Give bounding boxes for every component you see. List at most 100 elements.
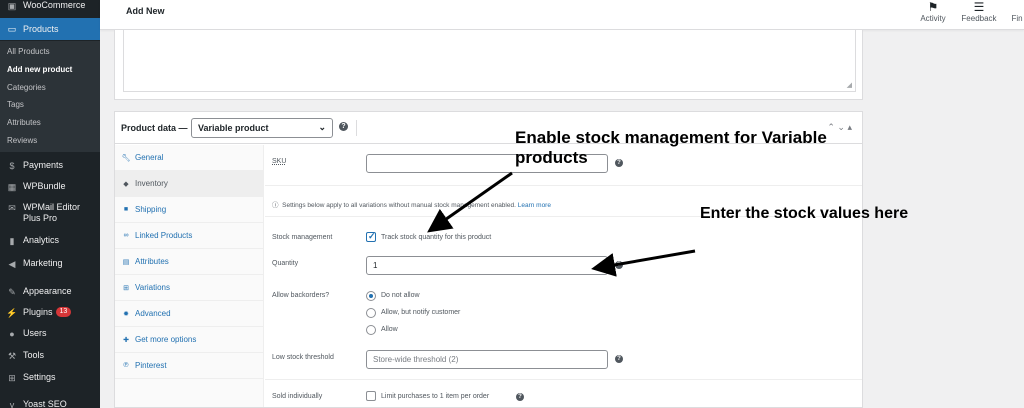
info-icon: ⓘ: [272, 202, 279, 209]
submenu-all-products[interactable]: All Products: [7, 47, 50, 56]
user-icon: ●: [9, 329, 15, 339]
flag-icon: ⚑: [927, 0, 939, 14]
sold-individually-checkbox[interactable]: [366, 391, 376, 401]
backorder-radio-notify[interactable]: [366, 308, 376, 318]
feedback-label: Feedback: [961, 14, 997, 23]
learn-more-link[interactable]: Learn more: [518, 202, 551, 209]
top-header: Add New ⚑ Activity ☰ Feedback Fin: [100, 0, 1024, 30]
menu-payments[interactable]: $ Payments: [0, 160, 100, 172]
backorder-option-label: Do not allow: [381, 292, 420, 299]
tab-label: Get more options: [135, 335, 197, 344]
sold-individually-checkbox-label: Limit purchases to 1 item per order: [381, 393, 490, 400]
menu-woocommerce-label: WooCommerce: [23, 0, 86, 10]
section-divider: [265, 379, 862, 380]
tab-advanced[interactable]: ✹ Advanced: [115, 301, 264, 327]
products-submenu: All Products Add new product Categories …: [0, 41, 100, 152]
menu-wpbundle[interactable]: ▦ WPBundle: [0, 181, 100, 193]
editor-textarea[interactable]: ◢: [123, 30, 856, 92]
menu-label: WPBundle: [23, 181, 66, 191]
plug-icon: ✚: [123, 336, 129, 344]
low-stock-input[interactable]: Store-wide threshold (2): [366, 350, 608, 369]
menu-label: Settings: [23, 372, 56, 382]
submenu-tags[interactable]: Tags: [7, 100, 24, 109]
menu-users[interactable]: ● Users: [0, 328, 100, 340]
woocommerce-icon: ▣: [7, 0, 17, 11]
menu-marketing[interactable]: ◀ Marketing: [0, 258, 100, 270]
tab-get-more-options[interactable]: ✚ Get more options: [115, 327, 264, 353]
menu-wpmail-editor[interactable]: ✉ WPMail Editor Plus Pro: [0, 202, 100, 224]
menu-label: Tools: [23, 350, 45, 360]
menu-tools[interactable]: ⚒ Tools: [0, 350, 100, 362]
tab-label: Linked Products: [135, 231, 193, 240]
resize-handle-icon[interactable]: ◢: [847, 81, 852, 89]
menu-woocommerce[interactable]: ▣ WooCommerce: [0, 0, 100, 14]
link-icon: ∞: [123, 232, 129, 239]
tab-label: Attributes: [135, 257, 169, 266]
sku-label: SKU: [272, 158, 287, 165]
menu-label: Plugins: [23, 307, 53, 317]
menu-settings[interactable]: ⊞ Settings: [0, 372, 100, 384]
product-type-select[interactable]: Variable product ⌄: [191, 118, 333, 138]
product-type-value: Variable product: [198, 123, 269, 133]
pinterest-icon: ℗: [123, 362, 129, 369]
menu-yoast-seo[interactable]: y Yoast SEO: [0, 399, 100, 408]
notice-text: Settings below apply to all variations w…: [282, 202, 516, 209]
finish-setup-button[interactable]: Fin: [1010, 0, 1024, 23]
track-stock-label: Track stock quantity for this product: [381, 234, 492, 241]
payments-icon: $: [9, 161, 15, 171]
finish-icon: [1010, 0, 1024, 14]
admin-sidebar: ▣ WooCommerce ▭ Products All Products Ad…: [0, 0, 100, 408]
products-icon: ▭: [7, 23, 17, 34]
tab-label: Inventory: [135, 179, 168, 188]
tag-icon: ◆: [123, 180, 129, 188]
backorder-option-label: Allow, but notify customer: [381, 309, 461, 316]
menu-analytics[interactable]: ▮ Analytics: [0, 235, 100, 247]
tab-shipping[interactable]: ■ Shipping: [115, 197, 264, 223]
quantity-label: Quantity: [272, 260, 299, 267]
menu-label: Payments: [23, 160, 64, 170]
yoast-icon: y: [9, 400, 15, 408]
paintbrush-icon: ✎: [8, 286, 16, 297]
activity-label: Activity: [920, 14, 946, 23]
help-icon[interactable]: ?: [339, 122, 348, 131]
feedback-button[interactable]: ☰ Feedback: [960, 0, 998, 23]
grid-icon: ▦: [7, 181, 17, 192]
backorder-radio-allow[interactable]: [366, 325, 376, 335]
backorder-radio-do-not-allow[interactable]: [366, 291, 376, 301]
menu-products[interactable]: ▭ Products: [0, 18, 100, 40]
quantity-help-icon[interactable]: ?: [615, 261, 623, 269]
grid-icon: ⊞: [123, 284, 129, 292]
track-stock-checkbox[interactable]: [366, 231, 376, 242]
plugins-update-badge: 13: [55, 307, 72, 317]
description-editor: ◢: [114, 30, 863, 100]
tab-general[interactable]: 🔧︎ General: [115, 145, 264, 171]
tab-pinterest[interactable]: ℗ Pinterest: [115, 353, 264, 379]
menu-appearance[interactable]: ✎ Appearance: [0, 286, 100, 298]
megaphone-icon: ◀: [8, 258, 16, 269]
submenu-add-new-product[interactable]: Add new product: [7, 65, 72, 74]
menu-label: Users: [23, 328, 47, 338]
tab-linked-products[interactable]: ∞ Linked Products: [115, 223, 264, 249]
wrench-icon: 🔧︎: [121, 154, 131, 162]
tab-variations[interactable]: ⊞ Variations: [115, 275, 264, 301]
submenu-attributes[interactable]: Attributes: [7, 118, 41, 127]
sold-individually-help-icon[interactable]: ?: [516, 393, 524, 401]
low-stock-help-icon[interactable]: ?: [615, 355, 623, 363]
settings-icon: ⊞: [8, 372, 16, 383]
truck-icon: ■: [123, 206, 129, 213]
quantity-input[interactable]: 1: [366, 256, 608, 275]
chevron-down-icon: ⌄: [318, 122, 326, 132]
submenu-categories[interactable]: Categories: [7, 83, 46, 92]
menu-label: Yoast SEO: [23, 399, 67, 408]
backorder-option-label: Allow: [381, 326, 398, 333]
tab-label: General: [135, 153, 164, 162]
plug-icon: ⚡: [6, 307, 18, 318]
feedback-icon: ☰: [973, 0, 985, 14]
activity-button[interactable]: ⚑ Activity: [918, 0, 948, 23]
tab-inventory[interactable]: ◆ Inventory: [115, 171, 264, 197]
submenu-reviews[interactable]: Reviews: [7, 136, 37, 145]
bar-chart-icon: ▮: [9, 235, 15, 246]
product-data-title: Product data —: [121, 123, 188, 133]
menu-plugins[interactable]: ⚡ Plugins 13: [0, 307, 100, 319]
tab-attributes[interactable]: ▤ Attributes: [115, 249, 264, 275]
